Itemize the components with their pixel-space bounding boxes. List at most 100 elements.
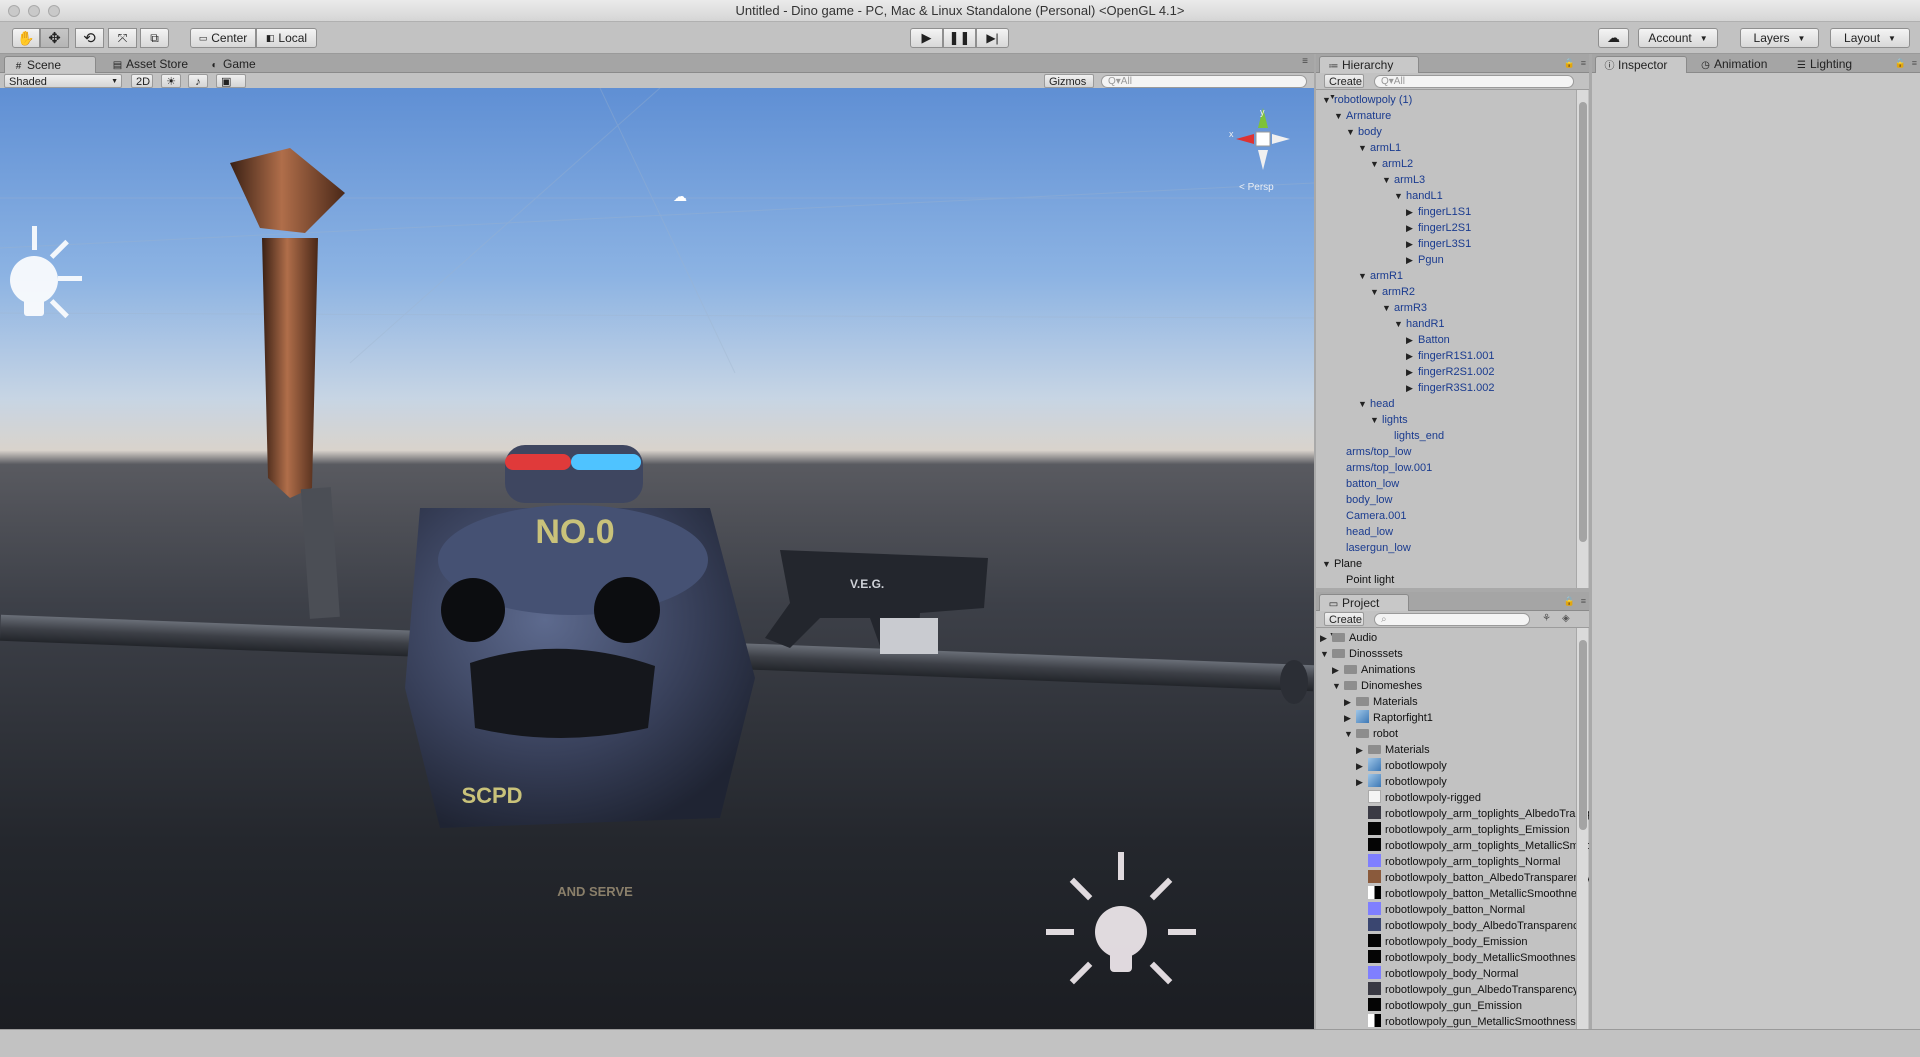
hierarchy-create-button[interactable]: Create ▼ — [1324, 74, 1364, 101]
lock-icon[interactable]: 🔒 — [1564, 58, 1575, 69]
close-window-button[interactable] — [8, 5, 20, 17]
play-button[interactable]: ▶ — [910, 28, 943, 48]
expand-triangle-icon[interactable]: ▼ — [1394, 316, 1406, 332]
project-item[interactable]: robotlowpoly_gun_MetallicSmoothness — [1356, 1014, 1576, 1029]
expand-triangle-icon[interactable]: ▼ — [1370, 284, 1382, 300]
hierarchy-item[interactable]: ▼ head — [1358, 396, 1394, 412]
hierarchy-item[interactable]: ▼ handR1 — [1394, 316, 1445, 332]
collapse-triangle-icon[interactable]: ▶ — [1406, 204, 1418, 220]
camera-gizmo-icon[interactable]: ☁ — [673, 188, 687, 205]
hierarchy-item[interactable]: Point light — [1334, 572, 1394, 588]
hierarchy-item[interactable]: ▶ Pgun — [1406, 252, 1444, 268]
collapse-triangle-icon[interactable]: ▶ — [1406, 364, 1418, 380]
expand-triangle-icon[interactable]: ▼ — [1320, 646, 1332, 662]
hierarchy-item[interactable]: lasergun_low — [1334, 540, 1411, 556]
project-item[interactable]: ▼ Dinomeshes — [1332, 678, 1422, 694]
layout-dropdown[interactable]: Layout ▼ — [1830, 28, 1910, 48]
expand-triangle-icon[interactable]: ▼ — [1358, 140, 1370, 156]
hierarchy-scrollbar[interactable] — [1576, 90, 1588, 588]
scene-search-input[interactable]: Q▾All — [1101, 75, 1307, 88]
hierarchy-item[interactable]: ▼ lights — [1370, 412, 1408, 428]
project-item[interactable]: ▼ Dinosssets — [1320, 646, 1403, 662]
hierarchy-item[interactable]: ▼ armL2 — [1370, 156, 1413, 172]
collapse-triangle-icon[interactable]: ▶ — [1406, 252, 1418, 268]
hierarchy-item[interactable]: ▼ Plane — [1322, 556, 1362, 572]
layers-dropdown[interactable]: Layers ▼ — [1740, 28, 1819, 48]
collapse-triangle-icon[interactable]: ▶ — [1344, 694, 1356, 710]
hierarchy-item[interactable]: ▶ fingerL2S1 — [1406, 220, 1471, 236]
hierarchy-item[interactable]: ▼ robotlowpoly (1) — [1322, 92, 1412, 108]
shading-mode-dropdown[interactable]: Shaded ▼ — [4, 74, 122, 88]
lock-icon[interactable]: 🔒 — [1564, 596, 1575, 607]
hierarchy-item[interactable]: batton_low — [1334, 476, 1399, 492]
lock-icon[interactable]: 🔒 — [1895, 58, 1906, 69]
hierarchy-item[interactable]: ▶ fingerL1S1 — [1406, 204, 1471, 220]
project-item[interactable]: robotlowpoly_arm_toplights_Emission — [1356, 822, 1570, 838]
panel-menu-icon[interactable]: ≡ — [1581, 596, 1586, 606]
rotate-tool-button[interactable]: ⟲ — [75, 28, 104, 48]
project-item[interactable]: robotlowpoly_arm_toplights_Normal — [1356, 854, 1560, 870]
filter-by-type-icon[interactable]: ⚘ — [1542, 613, 1551, 624]
expand-triangle-icon[interactable]: ▼ — [1382, 172, 1394, 188]
project-item[interactable]: robotlowpoly_batton_AlbedoTransparency — [1356, 870, 1589, 886]
collab-cloud-button[interactable]: ☁ — [1598, 28, 1629, 48]
project-item[interactable]: ▶ Materials — [1344, 694, 1418, 710]
project-item[interactable]: robotlowpoly_arm_toplights_MetallicSmoot… — [1356, 838, 1589, 854]
project-item[interactable]: robotlowpoly_batton_Normal — [1356, 902, 1525, 918]
hierarchy-item[interactable]: ▼ armL1 — [1358, 140, 1401, 156]
tab-project[interactable]: ▭ Project — [1319, 594, 1409, 611]
hierarchy-item[interactable]: Camera.001 — [1334, 508, 1407, 524]
scene-viewport[interactable]: NO.0 SCPD AND SERVE V.E.G. ☁ x y < Persp — [0, 88, 1314, 1029]
hierarchy-item[interactable]: lights_end — [1382, 428, 1444, 444]
account-dropdown[interactable]: Account ▼ — [1638, 28, 1718, 48]
expand-triangle-icon[interactable]: ▼ — [1358, 396, 1370, 412]
hierarchy-item[interactable]: head_low — [1334, 524, 1393, 540]
project-item[interactable]: ▶ robotlowpoly — [1356, 758, 1447, 774]
expand-triangle-icon[interactable]: ▼ — [1394, 188, 1406, 204]
hierarchy-item[interactable]: ▼ armL3 — [1382, 172, 1425, 188]
pivot-space-toggle[interactable]: ◧ Local — [256, 28, 317, 48]
panel-menu-icon[interactable]: ≡ — [1302, 56, 1308, 67]
collapse-triangle-icon[interactable]: ▶ — [1406, 220, 1418, 236]
project-search-input[interactable]: ⌕ — [1374, 613, 1530, 626]
collapse-triangle-icon[interactable]: ▶ — [1406, 380, 1418, 396]
point-light-gizmo-icon[interactable] — [1046, 852, 1196, 992]
scene-audio-toggle[interactable]: ♪ — [188, 74, 208, 88]
tab-hierarchy[interactable]: ≔ Hierarchy — [1319, 56, 1419, 73]
pivot-center-toggle[interactable]: ▭ Center — [190, 28, 256, 48]
project-item[interactable]: ▶ Materials — [1356, 742, 1430, 758]
project-item[interactable]: robotlowpoly_batton_MetallicSmoothness — [1356, 886, 1588, 902]
collapse-triangle-icon[interactable]: ▶ — [1356, 758, 1368, 774]
minimize-window-button[interactable] — [28, 5, 40, 17]
collapse-triangle-icon[interactable]: ▶ — [1344, 710, 1356, 726]
expand-triangle-icon[interactable]: ▼ — [1332, 678, 1344, 694]
hierarchy-item[interactable]: ▼ armR3 — [1382, 300, 1427, 316]
hierarchy-item[interactable]: ▶ fingerR2S1.002 — [1406, 364, 1494, 380]
hierarchy-search-input[interactable]: Q▾All — [1374, 75, 1574, 88]
light-gizmo-icon[interactable] — [0, 218, 92, 348]
tab-lighting[interactable]: ☰ Lighting — [1788, 56, 1862, 73]
project-item[interactable]: robotlowpoly_arm_toplights_AlbedoTranspa… — [1356, 806, 1589, 822]
project-scrollbar[interactable] — [1576, 628, 1588, 1029]
scene-lighting-toggle[interactable]: ☀ — [161, 74, 181, 88]
project-scroll-thumb[interactable] — [1579, 640, 1587, 830]
tab-game[interactable]: ◐ Game — [201, 56, 266, 73]
expand-triangle-icon[interactable]: ▼ — [1370, 412, 1382, 428]
scene-effects-dropdown[interactable]: ▣ ▼ — [216, 74, 246, 88]
hierarchy-item[interactable]: ▶ fingerL3S1 — [1406, 236, 1471, 252]
expand-triangle-icon[interactable]: ▼ — [1370, 156, 1382, 172]
expand-triangle-icon[interactable]: ▼ — [1334, 108, 1346, 124]
collapse-triangle-icon[interactable]: ▶ — [1332, 662, 1344, 678]
filter-by-label-icon[interactable]: ◈ — [1562, 613, 1570, 624]
expand-triangle-icon[interactable]: ▼ — [1322, 556, 1334, 572]
project-item[interactable]: robotlowpoly_body_Normal — [1356, 966, 1518, 982]
hierarchy-item[interactable]: ▼ handL1 — [1394, 188, 1443, 204]
collapse-triangle-icon[interactable]: ▶ — [1320, 630, 1332, 646]
hierarchy-item[interactable]: arms/top_low.001 — [1334, 460, 1432, 476]
project-item[interactable]: ▶ robotlowpoly — [1356, 774, 1447, 790]
collapse-triangle-icon[interactable]: ▶ — [1356, 774, 1368, 790]
hierarchy-item[interactable]: ▶ Batton — [1406, 332, 1450, 348]
tab-inspector[interactable]: ⓘ Inspector — [1595, 56, 1687, 73]
orientation-gizmo[interactable]: x y — [1228, 106, 1298, 176]
gizmos-dropdown[interactable]: Gizmos ▼ — [1044, 74, 1094, 88]
